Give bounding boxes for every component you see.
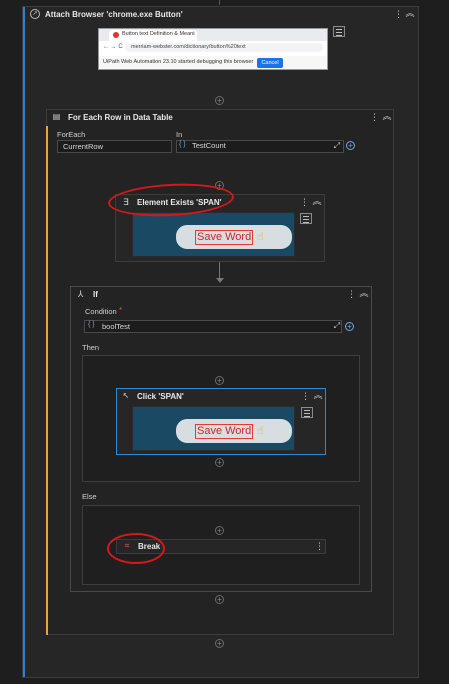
add-activity-icon[interactable]: + [215, 458, 224, 467]
more-options-icon[interactable]: ⋮ [300, 197, 309, 207]
add-activity-icon[interactable]: + [215, 376, 224, 385]
flow-arrow-icon [216, 278, 224, 283]
collapse-icon[interactable]: ︽ [382, 111, 392, 121]
collapse-icon[interactable]: ︽ [359, 288, 369, 298]
pointer-cursor-icon: ☝ [257, 425, 264, 437]
add-activity-icon[interactable]: + [215, 96, 224, 105]
for-each-title: For Each Row in Data Table [68, 113, 173, 122]
element-exists-target-menu-button[interactable] [300, 213, 312, 224]
collapse-icon[interactable]: ︽ [313, 390, 323, 400]
browser-tab-title: Button text Definition & Meanin... [122, 31, 195, 37]
condition-value: boolTest [102, 322, 130, 331]
nav-buttons-icon[interactable]: ← → C [103, 44, 123, 50]
data-table-icon: ▤ [52, 112, 61, 121]
add-activity-icon[interactable]: + [215, 639, 224, 648]
expression-icon: { } [179, 141, 186, 148]
add-activity-icon[interactable]: + [215, 526, 224, 535]
expression-icon: { } [88, 321, 95, 328]
add-variable-icon[interactable]: + [346, 141, 355, 150]
browser-icon: ↗ [30, 9, 40, 19]
debug-notice-text: UiPath Web Automation 23.10 started debu… [103, 59, 254, 65]
in-label: In [176, 130, 183, 139]
add-variable-icon[interactable]: + [345, 322, 354, 331]
foreach-variable-input[interactable]: CurrentRow [57, 140, 172, 153]
then-label: Then [82, 343, 100, 352]
more-options-icon[interactable]: ⋮ [301, 391, 310, 401]
attach-target-menu-button[interactable] [333, 26, 345, 37]
expand-editor-icon[interactable]: ⤢ [333, 321, 341, 331]
expand-editor-icon[interactable]: ⤢ [333, 141, 341, 151]
pointer-cursor-icon: ☝ [257, 231, 264, 243]
else-label: Else [82, 492, 97, 501]
top-connector [219, 0, 220, 5]
more-options-icon[interactable]: ⋮ [347, 289, 356, 299]
foreach-label: ForEach [57, 130, 86, 139]
collapse-icon[interactable]: ︽ [312, 196, 322, 206]
click-span-title: Click 'SPAN' [137, 392, 184, 401]
address-bar-url: merriam-webster.com/dictionary/button%20… [131, 44, 246, 50]
more-options-icon[interactable]: ⋮ [394, 9, 403, 19]
cancel-debug-button[interactable]: Cancel [257, 58, 283, 68]
click-target-menu-button[interactable] [301, 407, 313, 418]
attach-browser-accent [23, 7, 25, 677]
save-word-target-text: Save Word [195, 424, 254, 439]
tab-favicon-icon [113, 32, 119, 38]
condition-label: Condition [85, 307, 117, 316]
for-each-accent [46, 126, 48, 635]
add-activity-icon[interactable]: + [215, 595, 224, 604]
if-title: If [93, 290, 98, 299]
in-datatable-value: TestCount [192, 141, 226, 150]
more-options-icon[interactable]: ⋮ [315, 541, 324, 551]
collapse-icon[interactable]: ︽ [405, 8, 415, 18]
required-marker: * [119, 306, 123, 315]
more-options-icon[interactable]: ⋮ [370, 112, 379, 122]
attach-browser-title: Attach Browser 'chrome.exe Button' [45, 10, 183, 19]
annotation-circle-break [107, 533, 165, 564]
browser-screenshot: Button text Definition & Meanin... ← → C… [98, 28, 328, 70]
if-branch-icon: ⅄ [77, 289, 84, 299]
click-icon: ↖ [122, 391, 130, 400]
save-word-target-text: Save Word [195, 230, 254, 245]
